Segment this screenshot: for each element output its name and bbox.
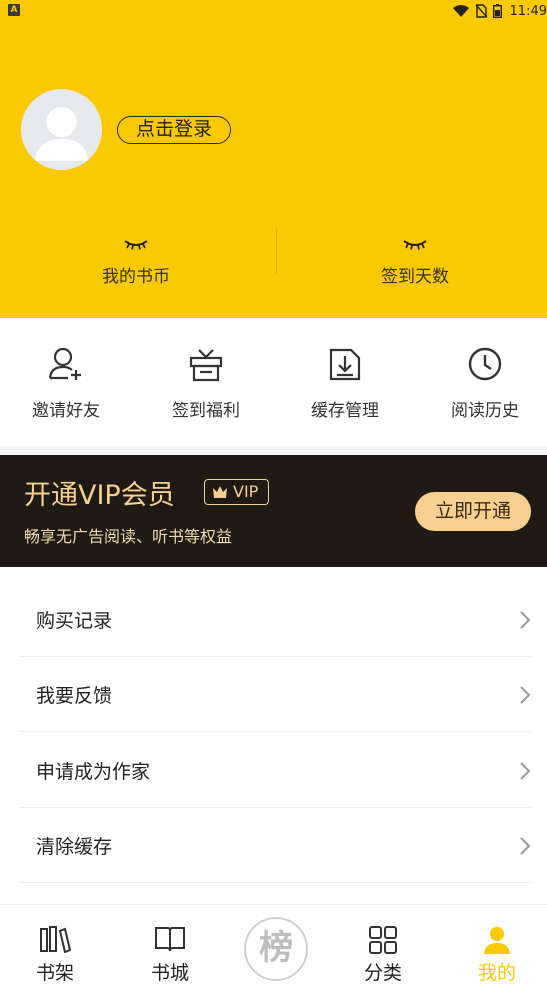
tab-categories[interactable]: 分类 <box>328 905 438 989</box>
closed-eye-icon <box>403 240 427 250</box>
profile-header: A 11:49 点击登录 我的书币 签到天数 <box>0 0 547 318</box>
tab-ranking[interactable]: 榜 <box>244 917 308 981</box>
menu-item-become-author[interactable]: 申请成为作家 <box>20 733 531 808</box>
battery-icon <box>492 4 502 18</box>
quick-action-label: 缓存管理 <box>311 401 379 421</box>
divider <box>276 228 277 274</box>
chevron-right-icon <box>520 686 531 704</box>
invite-friends-button[interactable]: 邀请好友 <box>0 344 135 421</box>
vip-subtitle: 畅享无广告阅读、听书等权益 <box>24 527 233 546</box>
tab-bookshelf[interactable]: 书架 <box>0 905 110 989</box>
stat-label: 我的书币 <box>102 267 170 287</box>
closed-eye-icon <box>124 240 148 250</box>
menu-item-purchase-records[interactable]: 购买记录 <box>20 582 531 657</box>
menu-item-label: 我要反馈 <box>36 685 113 707</box>
vip-badge-text: VIP <box>233 482 259 501</box>
menu-item-feedback[interactable]: 我要反馈 <box>20 657 531 732</box>
menu-item-clear-cache[interactable]: 清除缓存 <box>20 808 531 883</box>
stat-checkin-days[interactable]: 签到天数 <box>315 236 515 287</box>
ranking-icon: 榜 <box>259 928 293 968</box>
chevron-right-icon <box>520 762 531 780</box>
vip-title: 开通VIP会员 <box>24 480 175 511</box>
tab-label: 分类 <box>363 962 402 984</box>
person-icon <box>484 927 510 954</box>
menu-item-label: 购买记录 <box>36 610 113 632</box>
add-user-icon <box>48 347 81 380</box>
reading-history-button[interactable]: 阅读历史 <box>416 344 547 421</box>
chevron-right-icon <box>520 837 531 855</box>
status-time: 11:49 <box>509 3 547 19</box>
menu-item-label: 清除缓存 <box>36 836 113 858</box>
menu-item-label: 申请成为作家 <box>36 761 151 783</box>
default-avatar-icon <box>35 107 88 161</box>
clock-icon <box>468 347 502 381</box>
wifi-icon <box>452 5 469 17</box>
crown-icon <box>213 486 227 498</box>
tab-bookstore[interactable]: 书城 <box>115 905 225 989</box>
quick-actions: 邀请好友 签到福利 缓存管理 阅读历史 <box>0 318 547 446</box>
open-book-icon <box>155 927 185 952</box>
section-gap <box>0 446 547 455</box>
stat-label: 签到天数 <box>381 267 449 287</box>
checkin-rewards-button[interactable]: 签到福利 <box>137 344 275 421</box>
no-sim-icon <box>475 4 487 18</box>
notification-icon: A <box>8 4 20 16</box>
status-bar: A 11:49 <box>0 0 547 22</box>
quick-action-label: 签到福利 <box>172 401 240 421</box>
grid-icon <box>369 926 397 954</box>
tab-label: 书城 <box>150 962 189 984</box>
tab-label: 我的 <box>477 962 516 984</box>
chevron-right-icon <box>520 611 531 629</box>
login-button[interactable]: 点击登录 <box>117 116 231 144</box>
download-icon <box>329 348 361 381</box>
quick-action-label: 邀请好友 <box>32 401 100 421</box>
activate-vip-button[interactable]: 立即开通 <box>415 492 531 531</box>
tab-mine[interactable]: 我的 <box>442 905 547 989</box>
vip-badge: VIP <box>204 479 269 505</box>
bookshelf-icon <box>40 926 71 953</box>
cache-management-button[interactable]: 缓存管理 <box>276 344 414 421</box>
vip-banner[interactable]: 开通VIP会员 VIP 畅享无广告阅读、听书等权益 立即开通 <box>0 455 547 567</box>
stat-coins[interactable]: 我的书币 <box>36 236 236 287</box>
quick-action-label: 阅读历史 <box>451 401 519 421</box>
avatar[interactable] <box>21 89 102 170</box>
gift-box-icon <box>189 349 223 382</box>
tab-label: 书架 <box>35 962 74 984</box>
